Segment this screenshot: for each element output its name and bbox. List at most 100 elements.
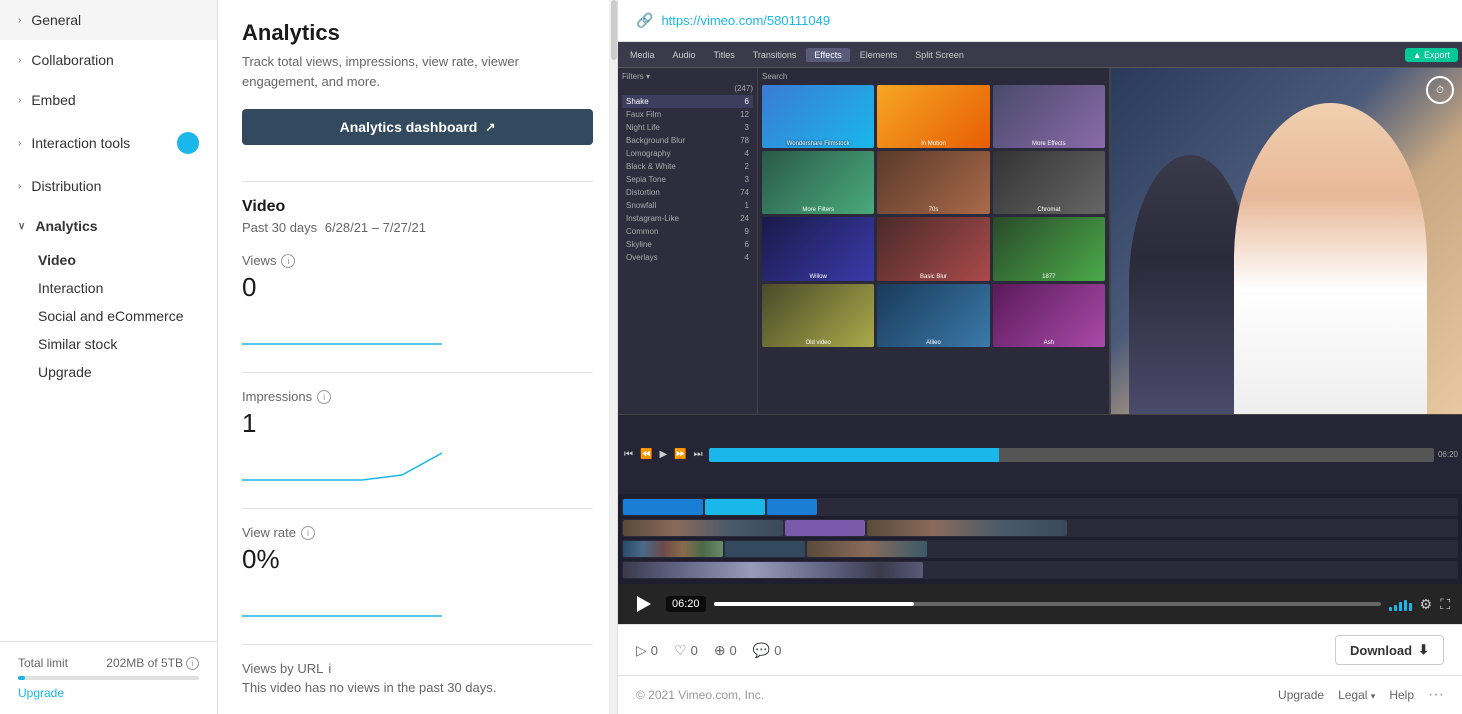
sidebar-item-distribution[interactable]: › Distribution (0, 166, 217, 206)
filter-night-life[interactable]: Night Life3 (622, 121, 753, 134)
effect-chromat[interactable]: Chromat (993, 151, 1105, 214)
tab-titles[interactable]: Titles (706, 48, 743, 62)
sidebar-sub-interaction[interactable]: Interaction (0, 274, 217, 302)
view-rate-chart (242, 581, 442, 621)
chevron-icon: › (18, 55, 21, 66)
sidebar-sub-video[interactable]: Video (0, 246, 217, 274)
timeline-clip[interactable] (623, 499, 703, 515)
filter-background-blur[interactable]: Background Blur78 (622, 134, 753, 147)
sidebar-item-embed[interactable]: › Embed (0, 80, 217, 120)
filter-instagram[interactable]: Instagram-Like24 (622, 212, 753, 225)
timeline-clip[interactable] (725, 541, 805, 557)
views-by-url-desc: This video has no views in the past 30 d… (242, 680, 593, 695)
stat-likes: ♡ 0 (674, 642, 698, 659)
upgrade-link[interactable]: Upgrade (18, 686, 64, 700)
editor-effects-panel: Search Wondershare Filmstock In Motion M… (758, 68, 1110, 414)
effect-willow[interactable]: Willow (762, 217, 874, 280)
filter-skyline[interactable]: Skyline6 (622, 238, 753, 251)
middle-panel: Analytics Track total views, impressions… (218, 0, 618, 714)
footer-help-link[interactable]: Help (1389, 688, 1414, 702)
timeline-clip[interactable] (767, 499, 817, 515)
timeline-clip[interactable] (867, 520, 1067, 536)
effect-alileo[interactable]: Alileo (877, 284, 989, 347)
views-by-url-info-icon[interactable]: i (328, 661, 331, 676)
filters-list: Shake6 Faux Film12 Night Life3 Backgroun… (622, 95, 753, 264)
preview-timer-icon: ⏱ (1426, 76, 1454, 104)
metric-view-rate: View rate i 0% (242, 525, 593, 624)
footer-legal-link[interactable]: Legal ▾ (1338, 688, 1375, 702)
sidebar-item-analytics[interactable]: ∨ Analytics (0, 206, 217, 246)
timeline-clip[interactable] (623, 541, 723, 557)
filter-sepia[interactable]: Sepia Tone3 (622, 173, 753, 186)
views-by-url-label: Views by URL i (242, 661, 593, 676)
sidebar-item-collaboration[interactable]: › Collaboration (0, 40, 217, 80)
effect-70s[interactable]: 70s (877, 151, 989, 214)
plays-count: 0 (651, 643, 658, 658)
forward-button[interactable]: ⏭ (692, 447, 705, 462)
filter-snowfall[interactable]: Snowfall1 (622, 199, 753, 212)
scroll-thumb[interactable] (611, 0, 617, 60)
effect-more-effects[interactable]: More Effects (993, 85, 1105, 148)
tab-effects[interactable]: Effects (806, 48, 849, 62)
play-button[interactable] (630, 590, 658, 618)
metric-views-label: Views i (242, 253, 593, 268)
video-url-link[interactable]: https://vimeo.com/580111049 (661, 13, 830, 28)
export-button[interactable]: ▲ Export (1405, 48, 1458, 62)
editor-mockup: Media Audio Titles Transitions Effects E… (618, 42, 1462, 584)
timeline-clip[interactable] (785, 520, 865, 536)
total-limit-label: Total limit (18, 656, 68, 670)
timeline-clip[interactable] (623, 562, 923, 578)
tab-elements[interactable]: Elements (852, 48, 906, 62)
filter-overlays[interactable]: Overlays4 (622, 251, 753, 264)
collections-count: 0 (730, 643, 737, 658)
prev-frame-button[interactable]: ⏪ (638, 447, 654, 462)
effect-in-motion[interactable]: In Motion (877, 85, 989, 148)
sidebar-sub-upgrade[interactable]: Upgrade (0, 358, 217, 386)
view-rate-info-icon[interactable]: i (301, 526, 315, 540)
video-controls: 06:20 ⚙ ⛶ (618, 584, 1462, 624)
timeline-clip[interactable] (705, 499, 765, 515)
play-pause-button[interactable]: ▶ (657, 447, 669, 462)
tab-split-screen[interactable]: Split Screen (907, 48, 972, 62)
rewind-button[interactable]: ⏮ (622, 447, 635, 462)
effect-ash[interactable]: Ash (993, 284, 1105, 347)
more-options-icon[interactable]: ··· (1428, 686, 1444, 704)
filter-distortion[interactable]: Distortion74 (622, 186, 753, 199)
footer-upgrade-link[interactable]: Upgrade (1278, 688, 1324, 702)
timeline-clip[interactable] (623, 520, 783, 536)
copyright-text: © 2021 Vimeo.com, Inc. (636, 688, 764, 702)
effect-filmstock[interactable]: Wondershare Filmstock (762, 85, 874, 148)
filter-bw[interactable]: Black & White2 (622, 160, 753, 173)
filter-common[interactable]: Common9 (622, 225, 753, 238)
effect-more-filters[interactable]: More Filters (762, 151, 874, 214)
metric-view-rate-value: 0% (242, 544, 593, 575)
effect-basic-blur[interactable]: Basic Blur (877, 217, 989, 280)
next-frame-button[interactable]: ⏩ (672, 447, 688, 462)
timeline-track-1 (622, 498, 1458, 516)
impressions-info-icon[interactable]: i (317, 390, 331, 404)
filter-shake[interactable]: Shake6 (622, 95, 753, 108)
tab-media[interactable]: Media (622, 48, 663, 62)
fullscreen-button[interactable]: ⛶ (1440, 596, 1450, 613)
effect-old-video[interactable]: Old video (762, 284, 874, 347)
timeline-track-3 (622, 540, 1458, 558)
sidebar-item-interaction-tools[interactable]: › Interaction tools (0, 120, 217, 166)
sidebar-sub-similar-stock[interactable]: Similar stock (0, 330, 217, 358)
analytics-dashboard-button[interactable]: Analytics dashboard ↗ (242, 109, 593, 145)
filter-faux-film[interactable]: Faux Film12 (622, 108, 753, 121)
filter-lomography[interactable]: Lomography4 (622, 147, 753, 160)
timeline-track-4 (622, 561, 1458, 579)
effect-1877[interactable]: 1877 (993, 217, 1105, 280)
download-button[interactable]: Download ⬇ (1335, 635, 1444, 665)
timeline-clip[interactable] (807, 541, 927, 557)
tab-transitions[interactable]: Transitions (745, 48, 805, 62)
metric-divider-2 (242, 508, 593, 509)
views-info-icon[interactable]: i (281, 254, 295, 268)
progress-bar[interactable] (714, 602, 1381, 606)
sidebar-item-general[interactable]: › General (0, 0, 217, 40)
collections-icon: ⊕ (714, 642, 726, 659)
sidebar-sub-social-ecommerce[interactable]: Social and eCommerce (0, 302, 217, 330)
settings-button[interactable]: ⚙ (1420, 596, 1433, 613)
tab-audio[interactable]: Audio (665, 48, 704, 62)
scrollbar[interactable] (609, 0, 617, 714)
